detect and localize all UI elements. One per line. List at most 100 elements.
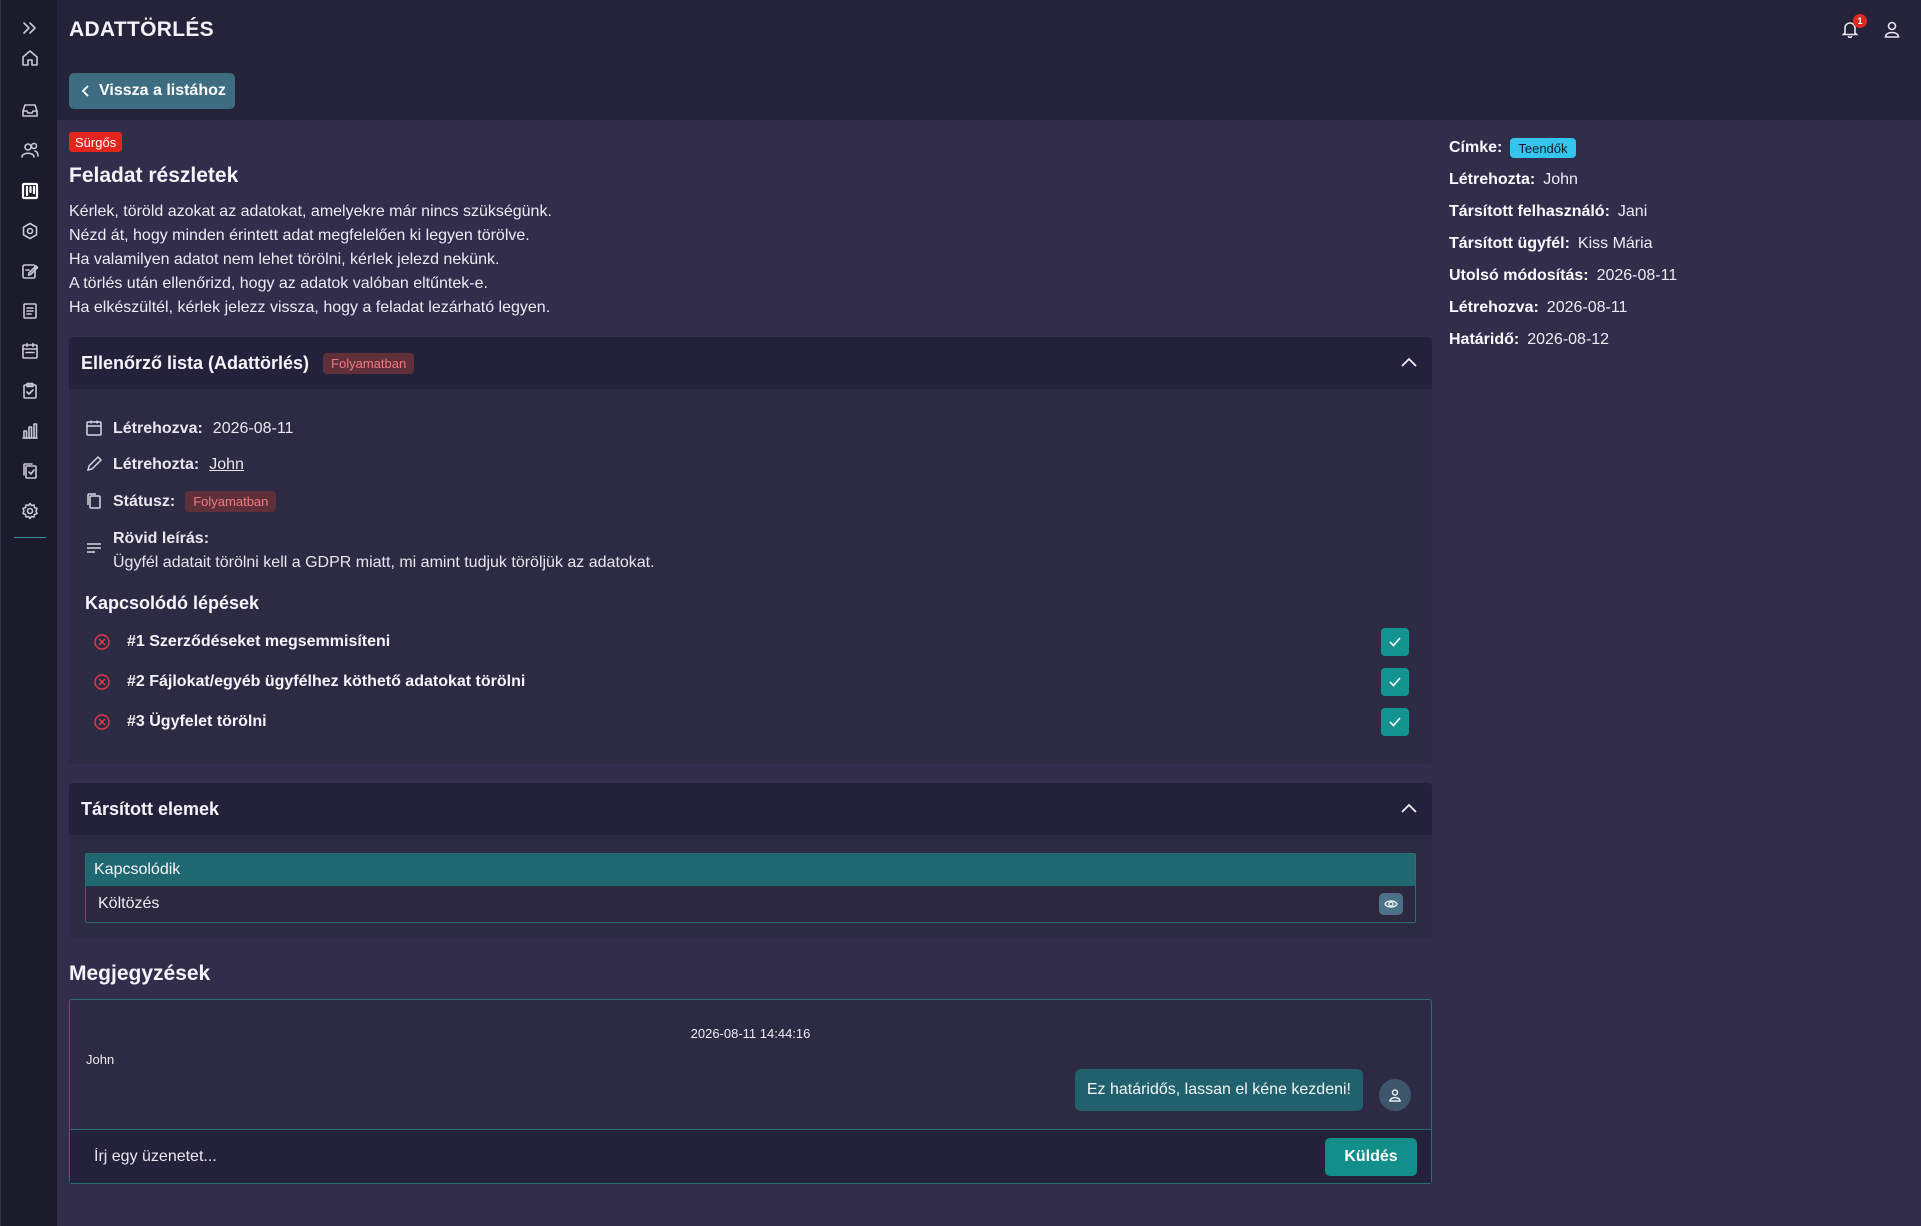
meta-modified-row: Utolsó módosítás: 2026-08-11 (1449, 260, 1677, 292)
chevron-up-icon[interactable] (1400, 801, 1418, 815)
step-label: #1 Szerződéseket megsemmisíteni (127, 633, 391, 650)
priority-badge: Sürgős (69, 132, 123, 152)
linked-items-table: Kapcsolódik Költözés (85, 853, 1416, 923)
back-to-list-button[interactable]: Vissza a listához (69, 73, 235, 109)
send-button[interactable]: Küldés (1325, 1138, 1417, 1176)
inbox-icon[interactable] (19, 99, 41, 121)
user-icon (1884, 21, 1900, 38)
message-input[interactable] (82, 1142, 1282, 1172)
creator-link[interactable]: John (209, 456, 244, 474)
check-icon (1389, 637, 1401, 647)
expand-icon[interactable] (19, 17, 41, 39)
step-item: #1 Szerződéseket megsemmisíteni (93, 627, 1423, 657)
status-chip: Folyamatban (185, 491, 277, 512)
gear-icon[interactable] (19, 500, 41, 522)
step-label: #3 Ügyfelet törölni (127, 713, 267, 730)
steps-title: Kapcsolódó lépések (85, 593, 260, 613)
meta-value: Jani (1617, 203, 1648, 220)
meta-value: 2026-08-11 (1546, 299, 1628, 316)
back-button-label: Vissza a listához (99, 82, 226, 99)
meta-key: Létrehozva: (1449, 299, 1539, 316)
info-value: 2026-08-11 (212, 420, 294, 437)
top-header: ADATTÖRLÉS Vissza a listához 1 (57, 0, 1921, 120)
settings-hex-icon[interactable] (19, 220, 41, 242)
message-bubble: Ez határidős, lassan el kéne kezdeni! (1074, 1069, 1363, 1111)
meta-key: Társított ügyfél: (1449, 235, 1570, 252)
x-circle-icon (93, 633, 111, 651)
meta-value: 2026-08-11 (1596, 267, 1678, 284)
meta-value: 2026-08-12 (1527, 331, 1610, 348)
meta-label-row: Címke: Teendők (1449, 132, 1677, 164)
calendar-icon[interactable] (19, 340, 41, 362)
calendar-icon (85, 419, 105, 439)
clipboard-copy-icon (85, 492, 105, 512)
linked-row: Költözés (86, 886, 1415, 922)
meta-key: Társított felhasználó: (1449, 203, 1610, 220)
info-key: Létrehozva: (113, 420, 203, 437)
eye-icon (1384, 900, 1398, 908)
linked-items-title: Társított elemek (81, 798, 220, 819)
text-lines-icon (85, 539, 105, 559)
comments-panel: 2026-08-11 14:44:16 John Ez határidős, l… (69, 999, 1432, 1184)
meta-key: Címke: (1449, 139, 1503, 156)
step-complete-checkbox[interactable] (1381, 668, 1409, 696)
home-icon[interactable] (19, 47, 41, 69)
clipboard-check-icon[interactable] (19, 380, 41, 402)
check-icon (1389, 677, 1401, 687)
description-line: Kérlek, töröld azokat az adatokat, amely… (69, 203, 552, 220)
notifications-button[interactable]: 1 (1841, 14, 1867, 42)
step-complete-checkbox[interactable] (1381, 628, 1409, 656)
page-title: ADATTÖRLÉS (69, 18, 214, 41)
description-line: A törlés után ellenőrizd, hogy az adatok… (69, 275, 488, 292)
meta-assigned-user-row: Társított felhasználó: Jani (1449, 196, 1677, 228)
meta-created-row: Létrehozva: 2026-08-11 (1449, 292, 1677, 324)
avatar (1379, 1079, 1411, 1111)
description-line: Ha elkészültél, kérlek jelezz vissza, ho… (69, 299, 551, 316)
linked-items-card: Társított elemek Kapcsolódik Költözés (69, 783, 1432, 938)
meta-assigned-client-row: Társított ügyfél: Kiss Mária (1449, 228, 1677, 260)
checklist-title: Ellenőrző lista (Adattörlés) (81, 352, 310, 373)
linked-row-label: Költözés (98, 895, 160, 912)
checklist-created-by-row: Létrehozta: John (85, 455, 244, 475)
details-title: Feladat részletek (69, 164, 239, 187)
message-composer: Küldés (70, 1129, 1431, 1183)
chevron-up-icon[interactable] (1400, 355, 1418, 369)
status-chip: Folyamatban (323, 352, 415, 374)
checklist-header[interactable]: Ellenőrző lista (Adattörlés) Folyamatban (69, 337, 1432, 389)
checklist-status-row: Státusz: Folyamatban (85, 491, 277, 512)
meta-key: Létrehozta: (1449, 171, 1536, 188)
short-desc-block: Rövid leírás: Ügyfél adatait törölni kel… (113, 527, 655, 575)
user-icon (1389, 1089, 1401, 1102)
step-item: #3 Ügyfelet törölni (93, 707, 1423, 737)
chevron-left-icon (81, 85, 89, 97)
task-meta: Címke: Teendők Létrehozta: John Társítot… (1449, 132, 1677, 356)
step-item: #2 Fájlokat/egyéb ügyfélhez köthető adat… (93, 667, 1423, 697)
check-icon (1389, 717, 1401, 727)
linked-items-header[interactable]: Társított elemek (69, 783, 1432, 835)
info-key: Létrehozta: (113, 456, 200, 473)
message-author: John (86, 1052, 115, 1067)
info-key: Státusz: (113, 492, 176, 510)
view-button[interactable] (1379, 893, 1403, 915)
x-circle-icon (93, 673, 111, 691)
checklist-created-row: Létrehozva: 2026-08-11 (85, 419, 293, 439)
meta-value: Kiss Mária (1577, 235, 1653, 252)
info-key: Rövid leírás: (113, 530, 210, 547)
user-menu-button[interactable] (1883, 20, 1905, 42)
bar-chart-icon[interactable] (19, 420, 41, 442)
clipboard-copy-icon[interactable] (19, 460, 41, 482)
content-panel: Sürgős Feladat részletek Kérlek, töröld … (57, 120, 1921, 1226)
users-icon[interactable] (19, 139, 41, 161)
meta-key: Határidő: (1449, 331, 1520, 348)
kanban-icon[interactable] (19, 180, 41, 202)
sidebar-divider (14, 537, 46, 538)
checklist-short-desc-row: Rövid leírás: Ügyfél adatait törölni kel… (85, 527, 655, 575)
step-complete-checkbox[interactable] (1381, 708, 1409, 736)
meta-created-by-row: Létrehozta: John (1449, 164, 1677, 196)
info-value: Ügyfél adatait törölni kell a GDPR miatt… (113, 554, 655, 571)
document-icon[interactable] (19, 300, 41, 322)
sidebar (0, 0, 57, 1226)
edit-note-icon[interactable] (19, 260, 41, 282)
message-timestamp: 2026-08-11 14:44:16 (690, 1026, 811, 1041)
label-tag: Teendők (1510, 138, 1576, 158)
